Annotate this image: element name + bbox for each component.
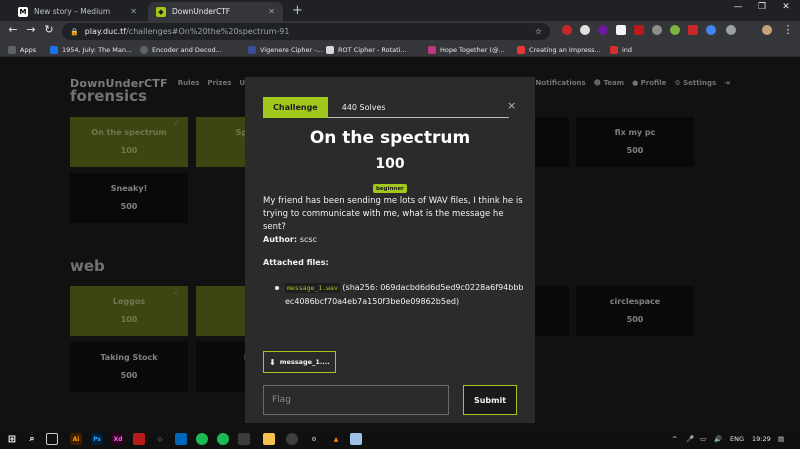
challenge-title: On the spectrum (309, 128, 471, 148)
browser-tab-medium[interactable]: M New story – Medium ✕ (10, 2, 145, 21)
microphone-icon[interactable]: 🎤 (686, 435, 694, 443)
medium-icon: M (18, 6, 28, 17)
youtube-icon (517, 45, 525, 54)
difficulty-badge: beginner (373, 184, 407, 193)
instagram-icon (428, 45, 436, 54)
flag-input[interactable] (263, 385, 449, 415)
app-icon[interactable]: ◇ (154, 433, 166, 445)
url-path: /challenges#On%20the%20spectrum-91 (126, 27, 290, 36)
bookmark-item[interactable]: ROT Cipher - Rotati... (326, 43, 407, 56)
spotify-icon[interactable] (217, 433, 229, 445)
author-line: Author: scsc (263, 235, 317, 244)
language-indicator[interactable]: ENG (730, 435, 744, 443)
attached-files-label: Attached files: (263, 258, 329, 267)
tab-title: New story – Medium (34, 7, 111, 16)
tray-chevron-icon[interactable]: ^ (672, 435, 677, 443)
menu-icon[interactable]: ⋮ (780, 23, 796, 36)
challenge-description: My friend has been sending me lots of WA… (263, 196, 523, 232)
close-tab-icon[interactable]: ✕ (130, 7, 137, 16)
extension-icon[interactable] (580, 25, 590, 35)
illustrator-icon[interactable]: Ai (70, 433, 82, 445)
attached-file-item: message_1.wav (sha256: 069dacbd6d6d5ed9c… (285, 281, 527, 308)
ctf-icon: ◆ (156, 6, 166, 17)
bookmark-item[interactable]: ind (610, 43, 632, 56)
browser-tab-ductf[interactable]: ◆ DownUnderCTF ✕ (148, 2, 283, 21)
challenge-value: 100 (375, 156, 405, 172)
modal-tabs: Challenge 440 Solves (263, 97, 509, 118)
vscode-icon[interactable] (175, 433, 187, 445)
chrome-icon[interactable] (286, 433, 298, 445)
new-tab-button[interactable]: + (292, 3, 303, 18)
tab-challenge[interactable]: Challenge (263, 97, 328, 118)
reload-icon[interactable]: ↻ (41, 23, 57, 36)
app-icon[interactable] (196, 433, 208, 445)
star-icon[interactable]: ☆ (535, 27, 542, 36)
extension-icon[interactable] (652, 25, 662, 35)
extension-icon[interactable] (670, 25, 680, 35)
clock[interactable]: 19:29 (752, 435, 771, 443)
notifications-icon[interactable]: ▤ (778, 435, 784, 443)
task-view-icon[interactable] (46, 433, 58, 445)
tab-title: DownUnderCTF (172, 7, 231, 16)
bookmark-icon (610, 45, 618, 54)
maximize-button[interactable]: ❐ (751, 2, 773, 12)
photoshop-icon[interactable]: Ps (91, 433, 103, 445)
bookmark-icon (140, 45, 148, 54)
extension-icon[interactable] (598, 25, 608, 35)
xd-icon[interactable]: Xd (112, 433, 124, 445)
search-icon[interactable]: ⌕ (26, 433, 38, 445)
submit-button[interactable]: Submit (463, 385, 517, 415)
back-icon[interactable]: ← (5, 23, 21, 36)
network-icon[interactable]: ▭ (700, 435, 706, 443)
app-icon[interactable] (350, 433, 362, 445)
url-domain: play.duc.tf (84, 27, 127, 36)
extension-icon[interactable] (688, 25, 698, 35)
close-window-button[interactable]: ✕ (775, 2, 797, 12)
tab-solves[interactable]: 440 Solves (332, 97, 396, 118)
extension-icon[interactable] (706, 25, 716, 35)
bookmark-item[interactable]: 1954, July: The Man... (50, 43, 132, 56)
bookmark-icon (50, 45, 58, 54)
file-name[interactable]: message_1.wav (285, 283, 340, 293)
list-bullet (275, 286, 279, 290)
vlc-icon[interactable]: ▲ (330, 433, 342, 445)
bookmark-item[interactable]: Vigenere Cipher -... (248, 43, 323, 56)
address-bar[interactable]: 🔒 play.duc.tf/challenges#On%20the%20spec… (62, 23, 550, 40)
windows-start-icon[interactable]: ⊞ (6, 433, 18, 445)
bookmark-apps[interactable]: Apps (8, 43, 36, 56)
settings-icon[interactable]: ⚙ (308, 433, 320, 445)
app-icon[interactable] (133, 433, 145, 445)
volume-icon[interactable]: 🔊 (714, 435, 722, 443)
avatar[interactable] (762, 25, 772, 35)
close-tab-icon[interactable]: ✕ (268, 7, 275, 16)
download-button[interactable]: ⬇ message_1.... (263, 351, 336, 373)
extension-icon[interactable] (562, 25, 572, 35)
download-icon: ⬇ (269, 357, 276, 367)
bookmark-item[interactable]: Encoder and Decod... (140, 43, 222, 56)
forward-icon[interactable]: → (23, 23, 39, 36)
minimize-button[interactable]: — (727, 2, 749, 12)
lock-icon: 🔒 (70, 27, 79, 36)
author-name: scsc (299, 235, 317, 244)
apps-icon (8, 45, 16, 54)
extension-icon[interactable] (634, 25, 644, 35)
challenge-modal: Challenge 440 Solves × On the spectrum 1… (245, 77, 535, 423)
file-explorer-icon[interactable] (263, 433, 275, 445)
puzzle-icon[interactable] (726, 25, 736, 35)
page-content: DownUnderCTF Rules Prizes Users Notifica… (0, 57, 800, 431)
app-icon[interactable] (238, 433, 250, 445)
bookmark-icon (326, 45, 334, 54)
close-icon[interactable]: × (507, 99, 516, 112)
bookmark-item[interactable]: Hope Together (@... (428, 43, 505, 56)
bookmark-item[interactable]: Creating an Impress... (517, 43, 601, 56)
bookmark-icon (248, 45, 256, 54)
extension-icon[interactable] (616, 25, 626, 35)
